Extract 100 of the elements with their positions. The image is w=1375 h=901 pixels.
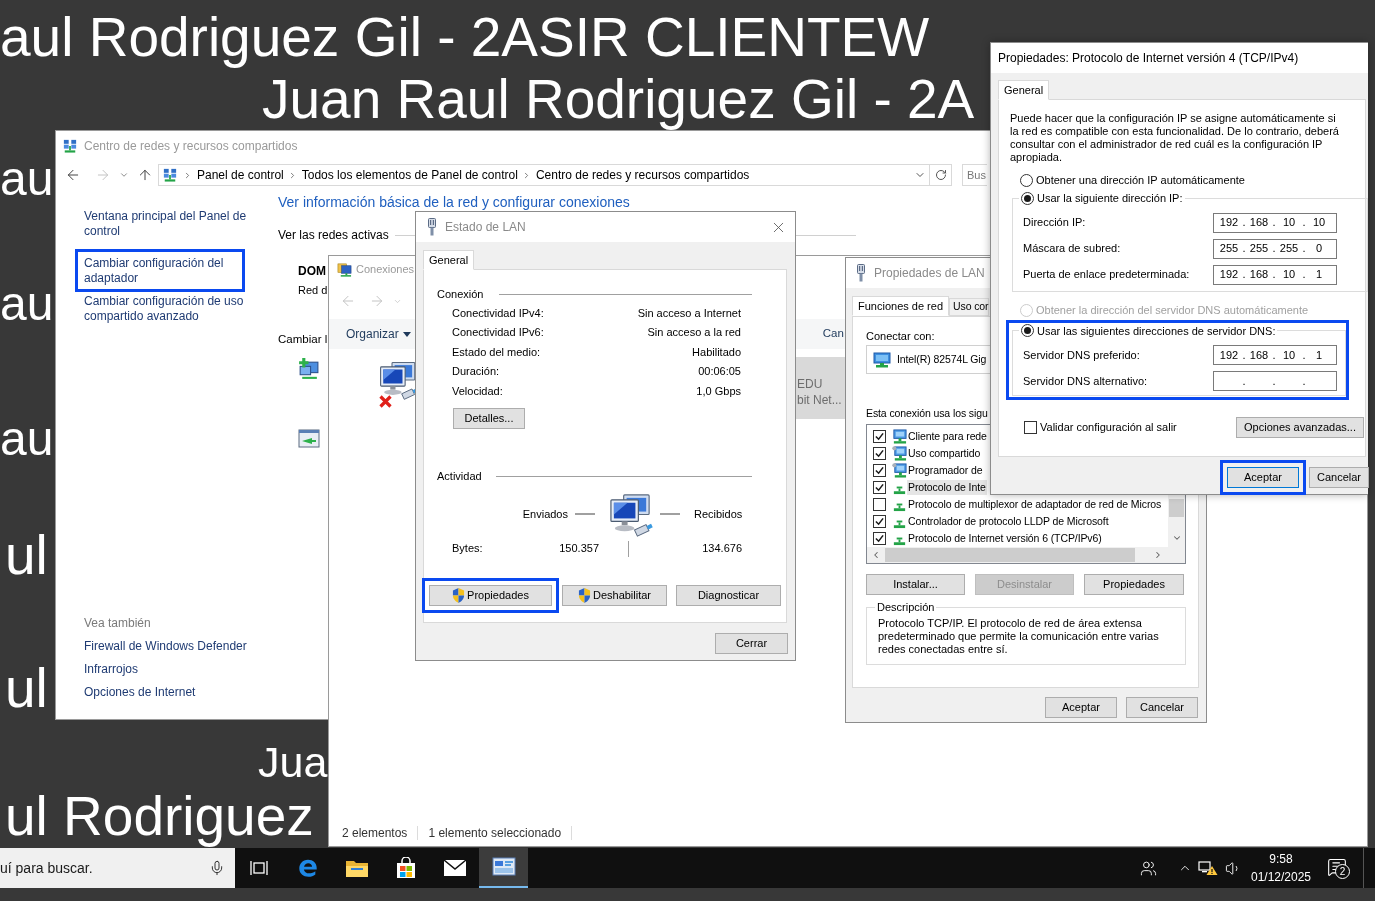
ip-address-field[interactable]: . . . [1213, 371, 1337, 391]
list-item[interactable]: Controlador de protocolo LLDP de Microsoft [907, 514, 1110, 529]
wallpaper-text: ul Rodriguez [5, 786, 314, 848]
radio-button[interactable] [1020, 173, 1033, 187]
breadcrumb-item[interactable]: Panel de control [197, 166, 284, 184]
ip-address-field[interactable]: 192 . 168 . 10 . 1 [1213, 345, 1337, 365]
ip-address-field[interactable]: 192 . 168 . 10 . 10 [1213, 212, 1337, 233]
disable-button[interactable]: Deshabilitar [562, 584, 667, 606]
list-item[interactable]: Protocolo de Inte [907, 480, 987, 495]
horizontal-scrollbar[interactable] [867, 547, 1185, 563]
install-button[interactable]: Instalar... [866, 574, 965, 595]
list-item[interactable]: Uso compartido [907, 446, 982, 461]
list-item[interactable]: Programador de [907, 463, 984, 478]
list-item[interactable]: Protocolo de Internet versión 6 (TCP/IPv6) [907, 531, 1103, 546]
network-icon [63, 139, 77, 153]
field-label: Servidor DNS alternativo: [1023, 373, 1149, 389]
sent-label: Enviados [521, 506, 568, 522]
wallpaper-text: Jua [258, 738, 328, 787]
sidebar-link[interactable]: Cambiar configuración de uso compartido avanzado [84, 294, 252, 324]
checkbox-label: Validar configuración al salir [1040, 420, 1177, 436]
field-label: Conectividad IPv4: [452, 305, 544, 321]
network-warning-icon[interactable] [1198, 860, 1218, 876]
tab[interactable]: Uso cor [949, 298, 990, 316]
details-button[interactable]: Detalles... [453, 407, 525, 429]
list-item[interactable]: Cliente para rede [907, 429, 988, 444]
radio-label: Obtener la dirección del servidor DNS automáticamente [1036, 303, 1309, 319]
checkbox[interactable] [873, 430, 886, 443]
field-value: 00:06:05 [698, 364, 741, 379]
close-button[interactable]: Cerrar [715, 633, 788, 654]
radio-button[interactable] [1021, 324, 1034, 338]
properties-button[interactable]: Propiedades [429, 584, 552, 606]
organize-menu[interactable]: Organizar [346, 325, 411, 343]
ok-button[interactable]: Aceptar [1045, 697, 1117, 718]
search-field[interactable]: uí para buscar. [0, 848, 199, 888]
cancel-button[interactable]: Cancelar [1309, 467, 1369, 488]
wallpaper-text: ul [5, 525, 48, 587]
tab[interactable]: General [423, 250, 475, 270]
tab[interactable]: Funciones de red [852, 296, 949, 316]
field-label: Dirección IP: [1023, 215, 1087, 231]
computer-service-icon [892, 446, 907, 461]
window-icon [298, 429, 320, 449]
ok-button[interactable]: Aceptar [1227, 467, 1299, 488]
properties-button[interactable]: Propiedades [1084, 574, 1184, 595]
group-heading: Actividad [437, 469, 482, 485]
radio-button[interactable] [1021, 191, 1034, 205]
back-icon[interactable] [65, 167, 81, 183]
field-label: Duración: [452, 364, 500, 379]
see-also-link[interactable]: Infrarrojos [84, 661, 139, 677]
address-bar[interactable]: Panel de control Todos los elementos de Panel de control Centro de redes y recursos compartidos [158, 164, 930, 186]
network-name: DOM [298, 263, 326, 279]
scrollbar-thumb[interactable] [1169, 499, 1184, 517]
advanced-button[interactable]: Opciones avanzadas... [1236, 417, 1364, 438]
checkbox[interactable] [873, 532, 886, 545]
clock[interactable]: 9:58 01/12/2025 [1248, 850, 1314, 886]
checkbox[interactable] [873, 464, 886, 477]
page-heading: Ver información básica de la red y configurar conexiones [278, 194, 630, 210]
wallpaper-text: Juan Raul Rodriguez Gil - 2A [262, 69, 975, 131]
network-category: Red d [298, 283, 328, 298]
up-icon[interactable] [137, 167, 153, 183]
taskbar-button[interactable] [479, 848, 528, 888]
cancel-button[interactable]: Cancelar [1126, 697, 1198, 718]
ip-address-field[interactable]: 192 . 168 . 10 . 1 [1213, 264, 1337, 285]
sidebar-link[interactable]: Ventana principal del Panel de control [84, 209, 252, 239]
scroll-left-icon[interactable] [871, 550, 881, 560]
breadcrumb-item[interactable]: Todos los elementos de Panel de control [301, 166, 518, 184]
checkbox[interactable] [873, 515, 886, 528]
notification-count: 2 [1335, 864, 1350, 879]
field-label: Conectividad IPv6: [452, 325, 544, 340]
section-heading: Ver las redes activas [278, 227, 389, 244]
scroll-right-icon[interactable] [1153, 550, 1163, 560]
browser-icon [296, 857, 319, 879]
bytes-received: 134.676 [701, 541, 742, 557]
mail-icon [442, 859, 467, 877]
wallpaper-text: au [0, 152, 54, 206]
checkbox[interactable] [873, 481, 886, 494]
list-item[interactable]: Protocolo de multiplexor de adaptador de red de Micros [907, 497, 1163, 512]
field-label: Estado del medio: [452, 344, 541, 360]
toolbar-action[interactable]: Can [822, 325, 844, 343]
tab[interactable]: General [998, 80, 1050, 100]
checkbox[interactable] [873, 447, 886, 460]
people-icon[interactable] [1140, 859, 1157, 877]
window-title: Propiedades: Protocolo de Internet versión 4 (TCP/IPv4) [998, 50, 1299, 67]
checkbox[interactable] [873, 498, 886, 511]
diagnose-button[interactable]: Diagnosticar [676, 584, 781, 606]
status-text: 1 elemento seleccionado [428, 824, 562, 842]
see-also-link[interactable]: Opciones de Internet [84, 684, 196, 700]
see-also-link[interactable]: Firewall de Windows Defender [84, 638, 247, 654]
field-label: Puerta de enlace predeterminada: [1023, 267, 1191, 283]
intro-text: Puede hacer que la configuración IP se asigne automáticamente si la red es compatible con esta funcionalidad. De lo contrario, deberá consultar con el administrador de red cuál es la configuración IP apropiada. [1010, 112, 1340, 164]
field-value: Sin acceso a Internet [637, 305, 741, 321]
notification-icon[interactable] [1327, 857, 1347, 877]
ip-address-field[interactable]: 255 . 255 . 255 . 0 [1213, 238, 1337, 259]
search-field[interactable]: Bus [962, 164, 987, 186]
scroll-down-icon[interactable] [1171, 533, 1182, 543]
refresh-button[interactable] [930, 164, 952, 186]
sidebar-link[interactable]: Cambiar configuración del adaptador [84, 256, 236, 286]
checkbox[interactable] [1024, 421, 1037, 434]
field-label: Bytes: [452, 541, 484, 557]
field-value: Habilitado [692, 344, 741, 360]
breadcrumb-item[interactable]: Centro de redes y recursos compartidos [535, 166, 750, 184]
